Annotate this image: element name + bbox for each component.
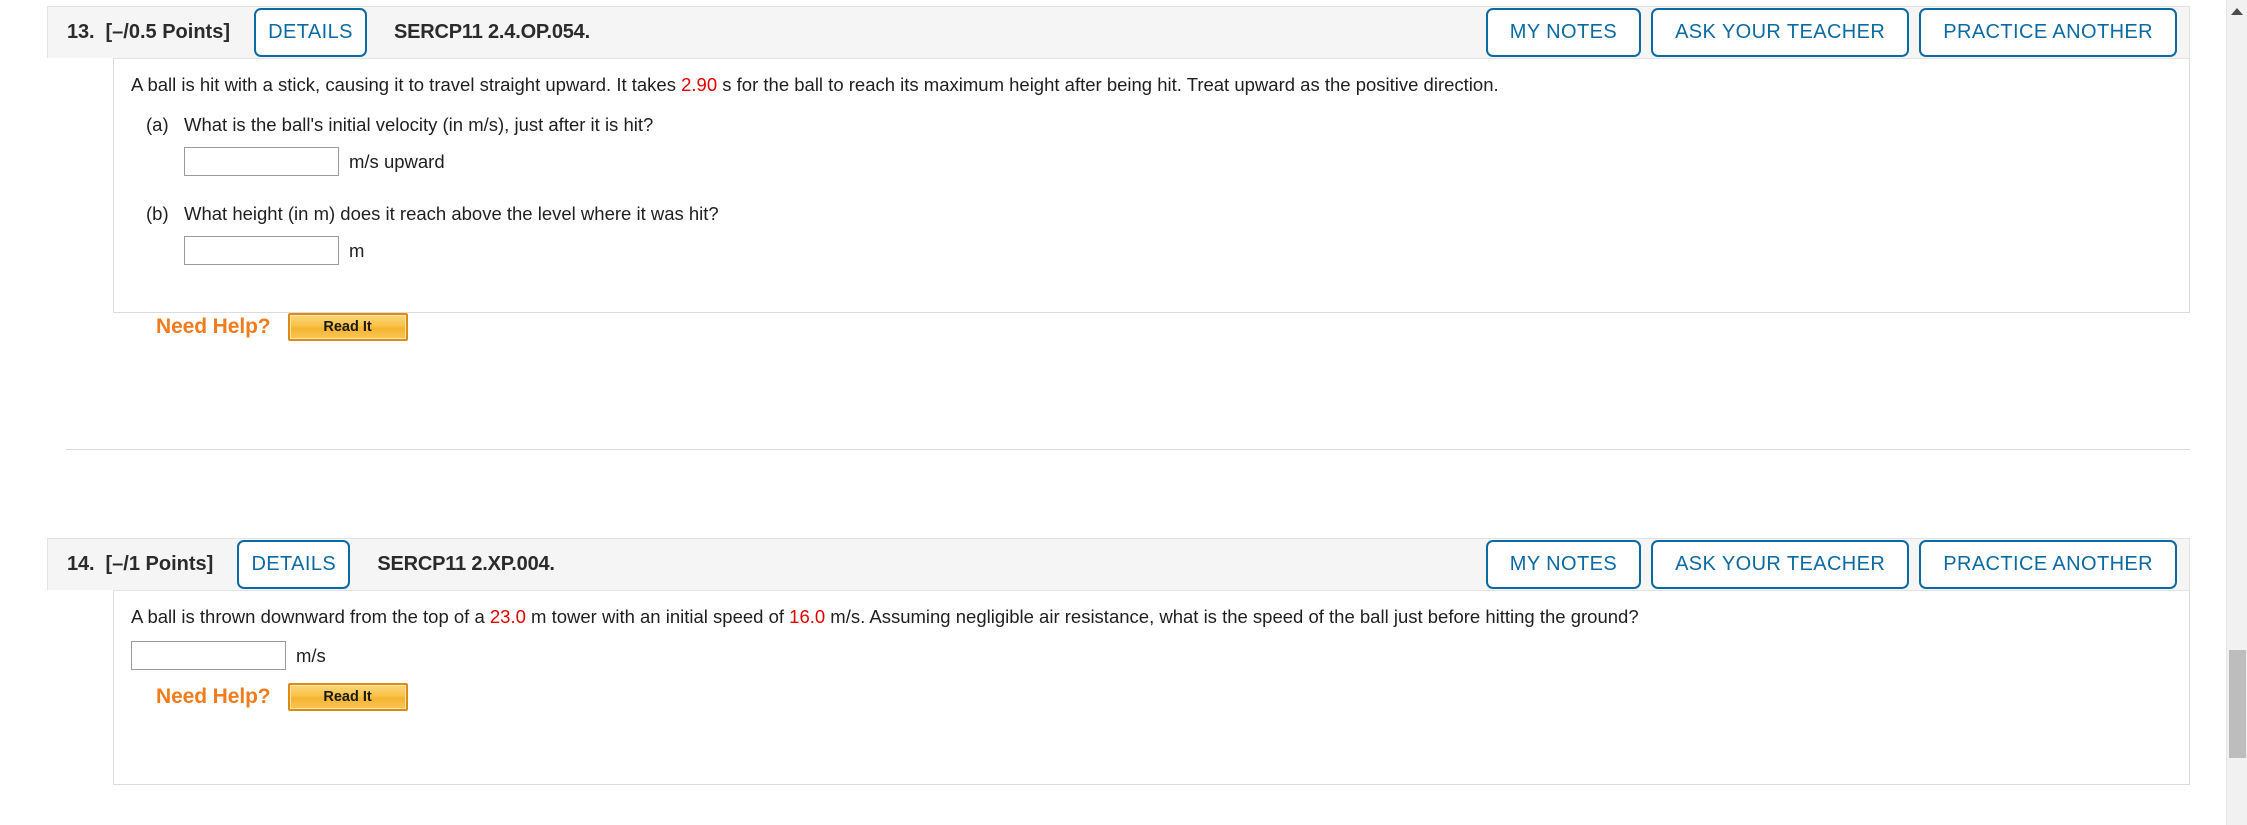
question-code-14: SERCP11 2.XP.004. bbox=[377, 553, 555, 575]
need-help-label-14: Need Help? bbox=[156, 685, 271, 709]
question-header-13: 13. [–/0.5 Points] DETAILS SERCP11 2.4.O… bbox=[47, 6, 2190, 58]
question-stem-13: A ball is hit with a stick, causing it t… bbox=[114, 59, 2189, 97]
header-actions-14: MY NOTES ASK YOUR TEACHER PRACTICE ANOTH… bbox=[1485, 540, 2177, 589]
ask-your-teacher-button-13[interactable]: ASK YOUR TEACHER bbox=[1651, 8, 1910, 57]
scroll-up-arrow-icon[interactable] bbox=[2231, 8, 2243, 15]
subpart-a-answer-row: m/s upward bbox=[114, 147, 2189, 177]
read-it-button-13[interactable]: Read It bbox=[287, 313, 408, 342]
page-scrollbar[interactable] bbox=[2226, 0, 2247, 825]
question-code-13: SERCP11 2.4.OP.054. bbox=[394, 21, 590, 43]
answer-unit-a: m/s upward bbox=[349, 150, 445, 172]
my-notes-button-13[interactable]: MY NOTES bbox=[1485, 8, 1642, 57]
stem14-text-part2: m tower with an initial speed of bbox=[525, 606, 790, 627]
scrollbar-thumb[interactable] bbox=[2229, 650, 2246, 758]
section-divider bbox=[66, 449, 2190, 450]
stem14-value-height: 23.0 bbox=[489, 606, 526, 627]
details-button-13[interactable]: DETAILS bbox=[254, 8, 367, 57]
stem14-text-part3: m/s. Assuming negligible air resistance,… bbox=[825, 606, 1639, 627]
question-body-14: A ball is thrown downward from the top o… bbox=[113, 590, 2190, 785]
question-number-14: 14. bbox=[67, 553, 95, 575]
subpart-b-label: (b) bbox=[146, 203, 169, 225]
subpart-a: (a) What is the ball's initial velocity … bbox=[114, 114, 2189, 136]
subpart-b-text: What height (in m) does it reach above t… bbox=[184, 203, 719, 225]
stem-text-part2: s for the ball to reach its maximum heig… bbox=[717, 74, 1499, 95]
question-stem-14: A ball is thrown downward from the top o… bbox=[114, 591, 2189, 629]
ask-your-teacher-button-14[interactable]: ASK YOUR TEACHER bbox=[1651, 540, 1910, 589]
answer-unit-14: m/s bbox=[296, 644, 326, 666]
practice-another-button-13[interactable]: PRACTICE ANOTHER bbox=[1919, 8, 2177, 57]
question-header-14: 14. [–/1 Points] DETAILS SERCP11 2.XP.00… bbox=[47, 538, 2190, 590]
need-help-label-13: Need Help? bbox=[156, 315, 271, 339]
answer-input-a[interactable] bbox=[184, 147, 339, 177]
need-help-row-13: Need Help? Read It bbox=[114, 313, 2189, 342]
assignment-page: 13. [–/0.5 Points] DETAILS SERCP11 2.4.O… bbox=[0, 0, 2247, 825]
answer-unit-b: m bbox=[349, 239, 365, 261]
question-number-13: 13. bbox=[67, 21, 95, 43]
stem14-value-speed: 16.0 bbox=[789, 606, 826, 627]
read-it-button-14[interactable]: Read It bbox=[287, 683, 408, 712]
details-button-14[interactable]: DETAILS bbox=[237, 540, 351, 589]
answer-input-14[interactable] bbox=[131, 641, 286, 671]
stem-value-time: 2.90 bbox=[681, 74, 718, 95]
practice-another-button-14[interactable]: PRACTICE ANOTHER bbox=[1919, 540, 2177, 589]
subpart-a-label: (a) bbox=[146, 114, 169, 136]
subpart-b: (b) What height (in m) does it reach abo… bbox=[114, 203, 2189, 225]
stem14-text-part1: A ball is thrown downward from the top o… bbox=[131, 606, 490, 627]
my-notes-button-14[interactable]: MY NOTES bbox=[1485, 540, 1642, 589]
answer-row-14: m/s bbox=[114, 641, 2189, 671]
subpart-b-answer-row: m bbox=[114, 236, 2189, 266]
question-points-13: [–/0.5 Points] bbox=[105, 21, 230, 43]
stem-text-part1: A ball is hit with a stick, causing it t… bbox=[131, 74, 682, 95]
question-body-13: A ball is hit with a stick, causing it t… bbox=[113, 58, 2190, 342]
header-actions-13: MY NOTES ASK YOUR TEACHER PRACTICE ANOTH… bbox=[1485, 8, 2177, 57]
subpart-a-text: What is the ball's initial velocity (in … bbox=[184, 114, 654, 136]
question-points-14: [–/1 Points] bbox=[105, 553, 214, 575]
need-help-row-14: Need Help? Read It bbox=[114, 683, 2189, 712]
answer-input-b[interactable] bbox=[184, 236, 339, 266]
